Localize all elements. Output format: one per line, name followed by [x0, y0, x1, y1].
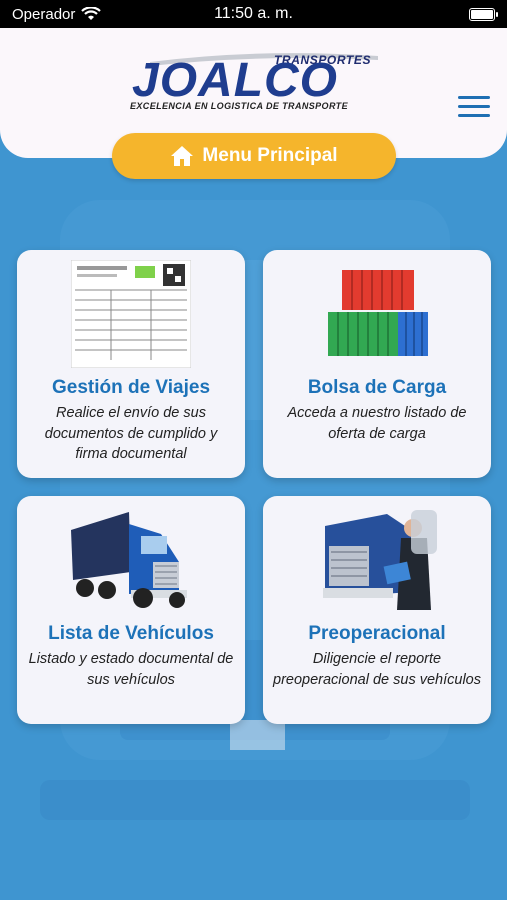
card-bolsa-carga[interactable]: Bolsa de Carga Acceda a nuestro listado …	[263, 250, 491, 478]
containers-image	[263, 260, 491, 372]
battery-icon	[469, 7, 498, 21]
status-left: Operador	[12, 5, 102, 23]
card-lista-vehiculos[interactable]: Lista de Vehículos Listado y estado docu…	[17, 496, 245, 724]
carrier-label: Operador	[12, 5, 76, 23]
card-description: Diligencie el reporte preoperacional de …	[273, 651, 481, 688]
status-bar: Operador 11:50 a. m.	[0, 0, 507, 28]
card-title: Preoperacional	[308, 623, 446, 644]
card-preoperacional[interactable]: Preoperacional Diligencie el reporte pre…	[263, 496, 491, 724]
card-gestion-viajes[interactable]: Gestión de Viajes Realice el envío de su…	[17, 250, 245, 478]
logo-subtitle: EXCELENCIA EN LOGISTICA DE TRANSPORTE	[130, 101, 348, 111]
wifi-icon	[81, 7, 102, 20]
inspection-image	[263, 506, 491, 618]
document-image	[17, 260, 245, 372]
card-description: Realice el envío de sus documentos de cu…	[44, 405, 218, 462]
logo-main-text: JOALCO	[132, 54, 339, 107]
truck-image	[17, 506, 245, 618]
home-icon	[171, 146, 194, 166]
main-menu-label: Menu Principal	[202, 145, 338, 166]
card-description: Acceda a nuestro listado de oferta de ca…	[287, 405, 467, 442]
card-description: Listado y estado documental de sus vehíc…	[28, 651, 234, 688]
card-title: Lista de Vehículos	[48, 623, 214, 644]
main-menu-button[interactable]: Menu Principal	[112, 133, 396, 179]
card-title: Gestión de Viajes	[51, 377, 211, 398]
card-title: Bolsa de Carga	[307, 377, 447, 398]
hamburger-menu-icon[interactable]	[458, 96, 490, 120]
